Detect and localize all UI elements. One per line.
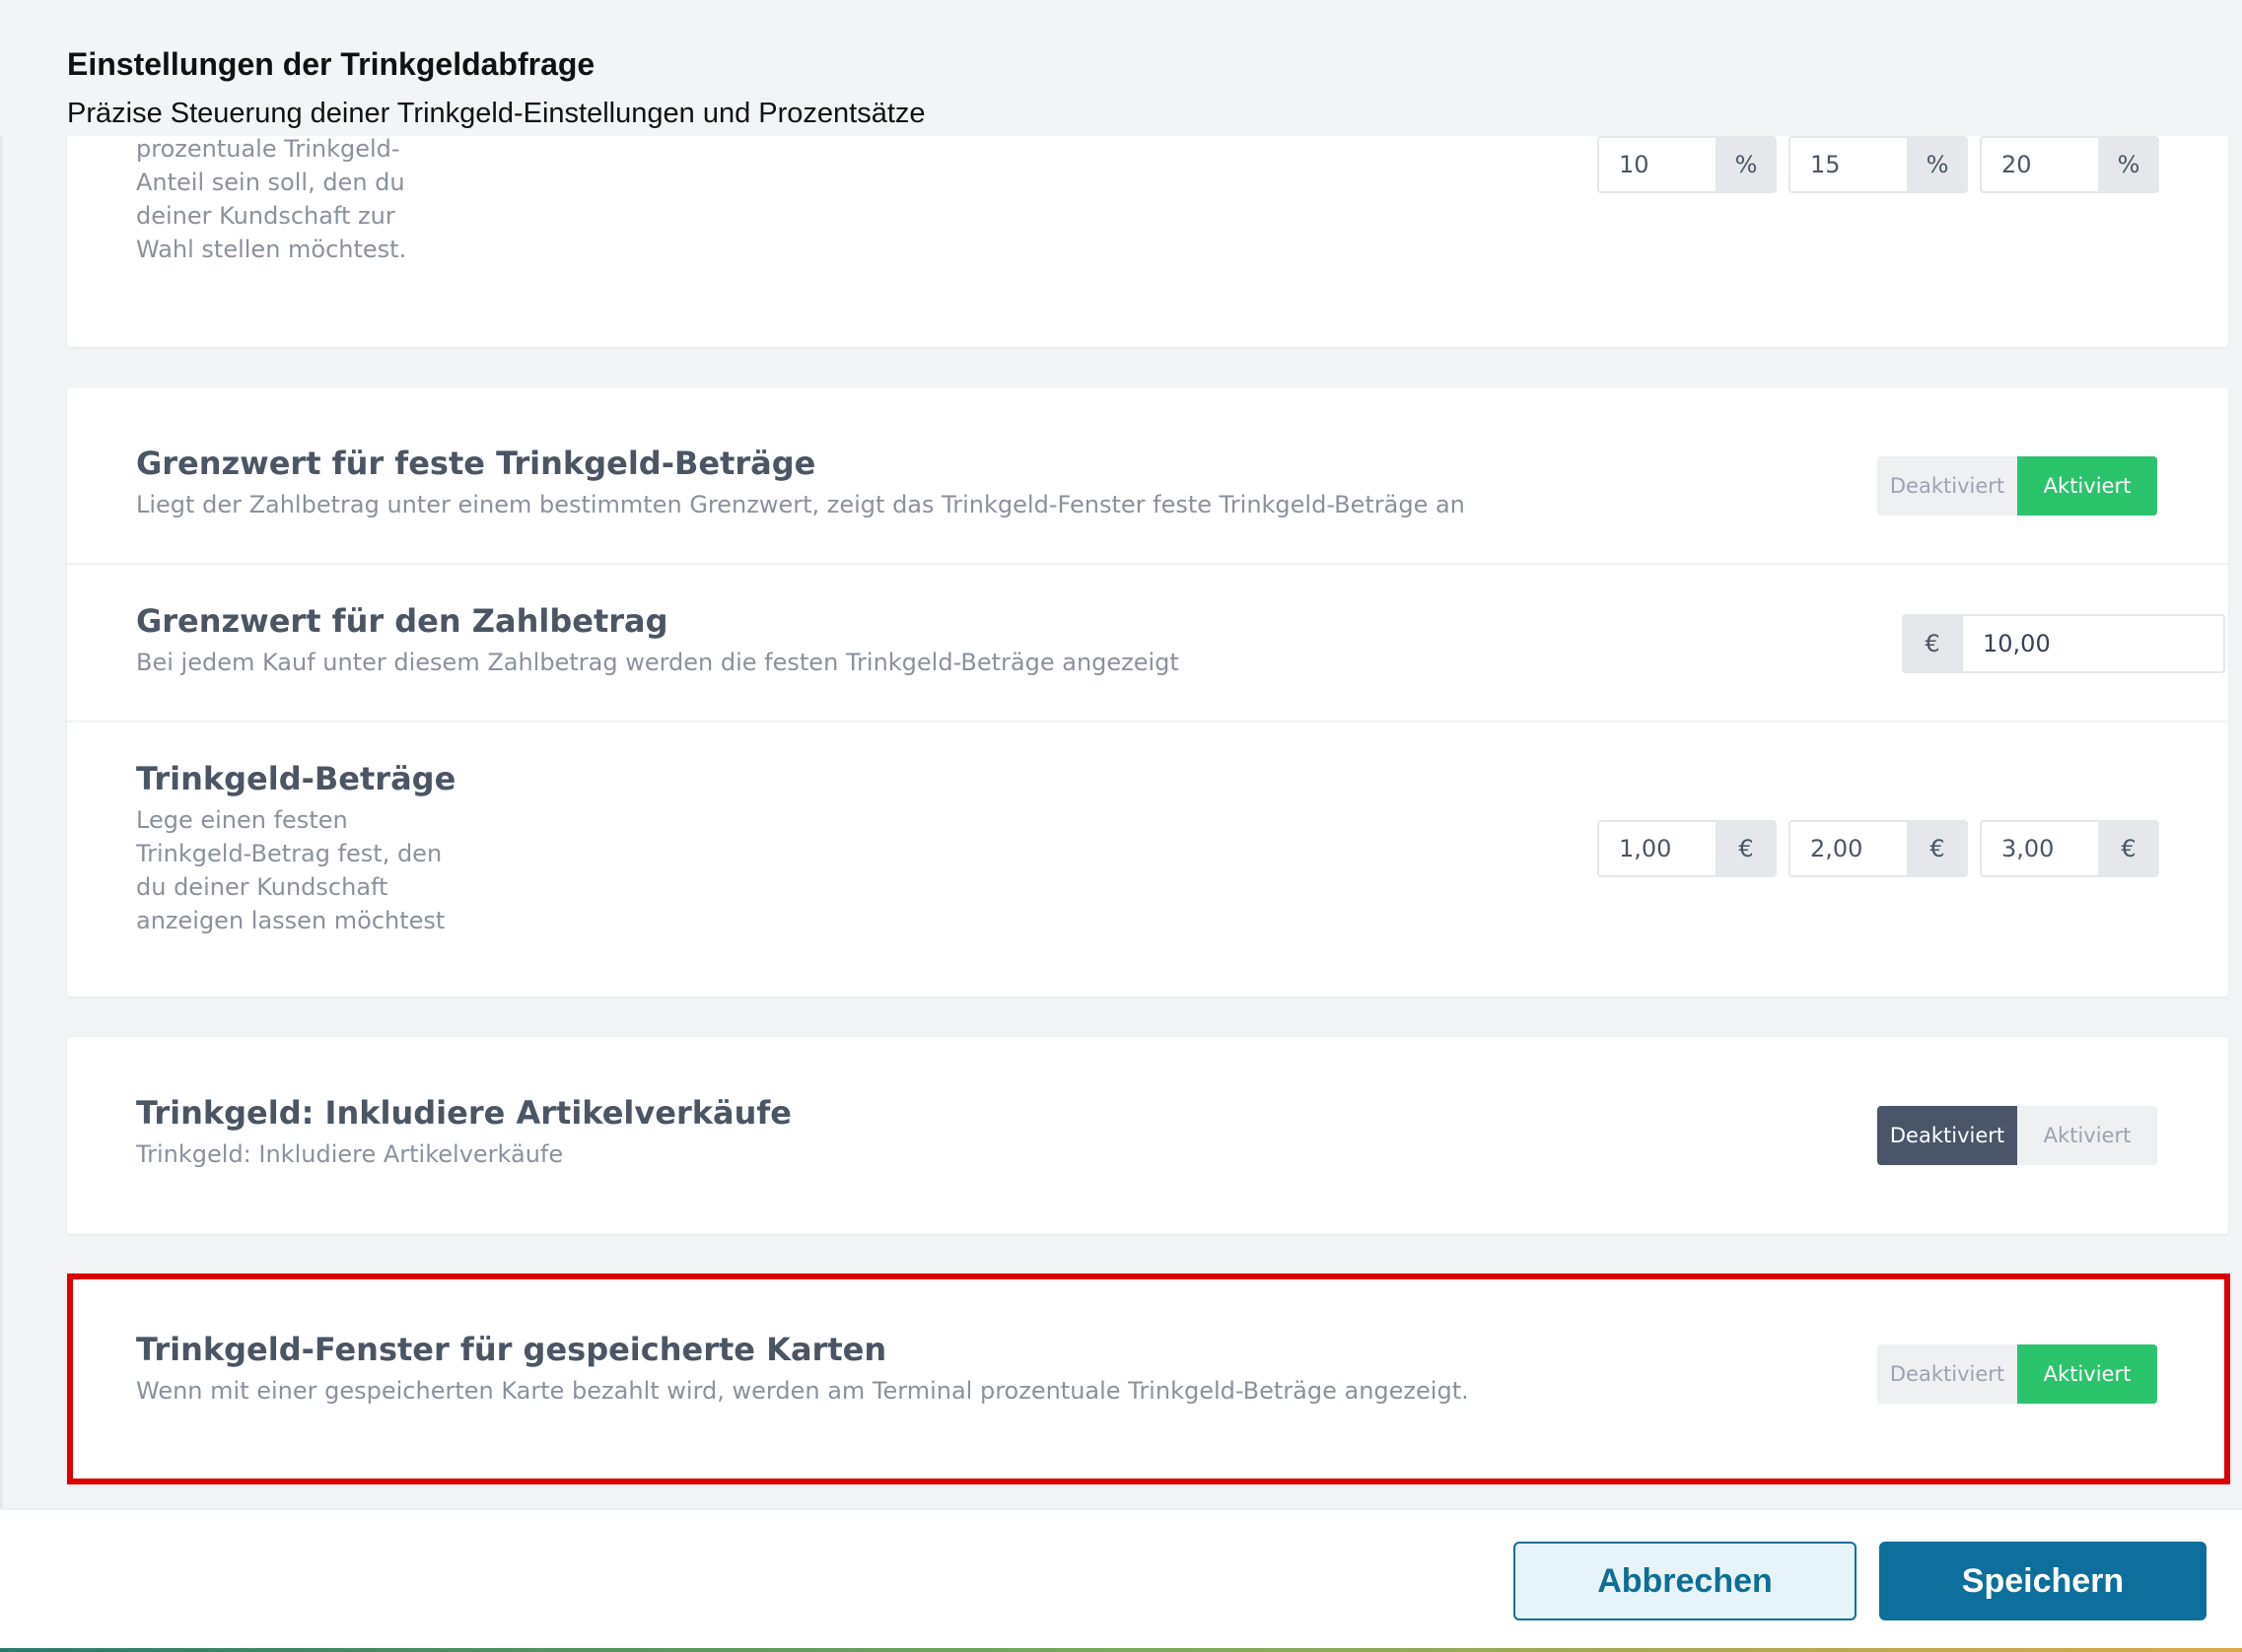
threshold-amount-title: Grenzwert für den Zahlbetrag: [136, 602, 668, 640]
percent-input-1[interactable]: 10: [1597, 136, 1716, 193]
include-items-title: Trinkgeld: Inkludiere Artikelverkäufe: [136, 1094, 792, 1132]
percent-input-3[interactable]: 20: [1980, 136, 2098, 193]
include-items-description: Trinkgeld: Inkludiere Artikelverkäufe: [136, 1140, 564, 1168]
cancel-button[interactable]: Abbrechen: [1513, 1542, 1857, 1620]
tip-amounts-title: Trinkgeld-Beträge: [136, 760, 456, 797]
fixed-amounts-card: Grenzwert für feste Trinkgeld-Beträge Li…: [67, 387, 2228, 997]
threshold-amount-description: Bei jedem Kauf unter diesem Zahlbetrag w…: [136, 649, 1179, 676]
threshold-amount-input-group: € 10,00: [1902, 614, 2225, 673]
saved-cards-toggle: Deaktiviert Aktiviert: [1877, 1344, 2157, 1404]
saved-cards-description: Wenn mit einer gespeicherten Karte bezah…: [136, 1377, 1469, 1405]
threshold-amount-input[interactable]: 10,00: [1963, 614, 2225, 673]
include-items-on[interactable]: Aktiviert: [2017, 1106, 2157, 1165]
threshold-fixed-on[interactable]: Aktiviert: [2017, 456, 2157, 516]
tip-amount-unit-1: €: [1716, 820, 1777, 877]
tip-amount-input-1[interactable]: 1,00: [1597, 820, 1716, 877]
footer-accent-stripe: [0, 1648, 2242, 1652]
tip-amount-unit-3: €: [2098, 820, 2159, 877]
percent-input-2[interactable]: 15: [1788, 136, 1907, 193]
tip-amount-unit-2: €: [1907, 820, 1968, 877]
percent-unit-2: %: [1907, 136, 1968, 193]
row-divider: [67, 563, 2228, 565]
page-title: Einstellungen der Trinkgeldabfrage: [67, 46, 596, 82]
threshold-fixed-title: Grenzwert für feste Trinkgeld-Beträge: [136, 445, 816, 482]
tip-amount-inputs: 1,00 € 2,00 € 3,00 €: [1597, 820, 2159, 877]
threshold-fixed-toggle: Deaktiviert Aktiviert: [1877, 456, 2157, 516]
saved-cards-off[interactable]: Deaktiviert: [1877, 1344, 2017, 1404]
left-edge-divider: [0, 0, 3, 1652]
include-items-toggle: Deaktiviert Aktiviert: [1877, 1106, 2157, 1165]
page-header: Einstellungen der Trinkgeldabfrage Präzi…: [67, 43, 2226, 132]
euro-prefix: €: [1902, 614, 1963, 673]
row-divider: [67, 721, 2228, 723]
tip-amount-input-2[interactable]: 2,00: [1788, 820, 1907, 877]
footer-bar: Abbrechen Speichern: [0, 1508, 2242, 1652]
include-items-off[interactable]: Deaktiviert: [1877, 1106, 2017, 1165]
page-subtitle: Präzise Steuerung deiner Trinkgeld-Einst…: [67, 98, 926, 129]
percent-inputs: 10 % 15 % 20 %: [1597, 136, 2159, 193]
saved-cards-title: Trinkgeld-Fenster für gespeicherte Karte…: [136, 1331, 887, 1368]
percent-unit-3: %: [2098, 136, 2159, 193]
saved-cards-card: Trinkgeld-Fenster für gespeicherte Karte…: [67, 1273, 2228, 1484]
tip-amounts-description: Lege einen festen Trinkgeld-Betrag fest,…: [136, 806, 446, 934]
percent-unit-1: %: [1716, 136, 1777, 193]
saved-cards-on[interactable]: Aktiviert: [2017, 1344, 2157, 1404]
tip-amount-input-3[interactable]: 3,00: [1980, 820, 2098, 877]
threshold-fixed-off[interactable]: Deaktiviert: [1877, 456, 2017, 516]
threshold-fixed-description: Liegt der Zahlbetrag unter einem bestimm…: [136, 491, 1465, 518]
save-button[interactable]: Speichern: [1879, 1542, 2207, 1620]
include-items-card: Trinkgeld: Inkludiere Artikelverkäufe Tr…: [67, 1037, 2228, 1234]
